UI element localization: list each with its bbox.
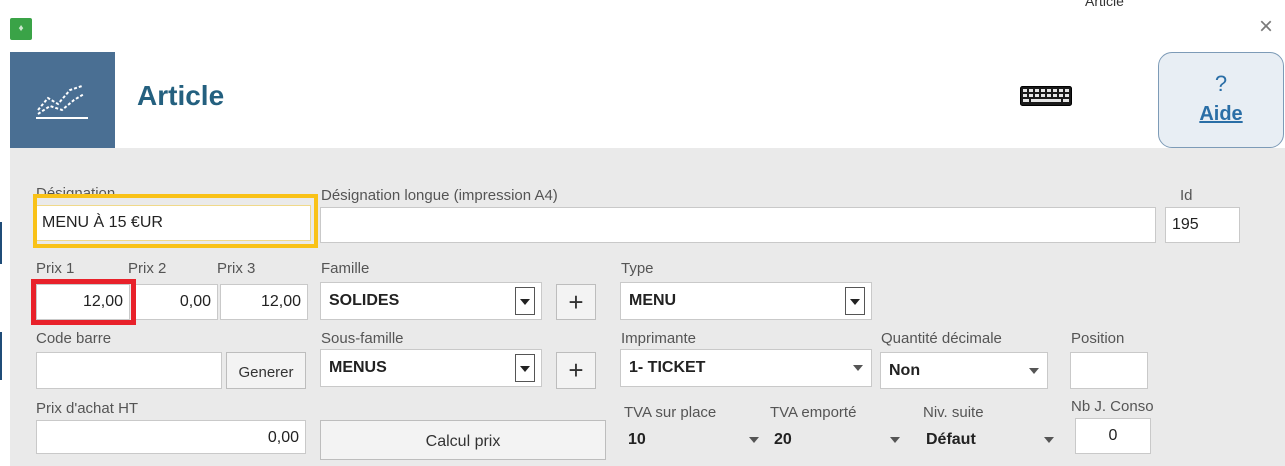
chevron-down-icon — [890, 437, 900, 443]
position-input[interactable] — [1070, 352, 1148, 389]
tva-emporte-select[interactable]: 20 — [766, 422, 906, 458]
add-famille-button[interactable]: + — [556, 284, 596, 320]
add-sous-famille-button[interactable]: + — [556, 352, 596, 389]
prix2-label: Prix 2 — [128, 260, 167, 277]
tva-emporte-label: TVA emporté — [770, 404, 857, 421]
sous-famille-value: MENUS — [329, 359, 387, 376]
famille-value: SOLIDES — [329, 292, 400, 309]
header-logo — [10, 52, 115, 148]
highlight-box-red — [31, 279, 136, 325]
designation-longue-input[interactable] — [320, 207, 1156, 243]
prix2-input[interactable]: 0,00 — [132, 284, 218, 320]
nb-conso-label: Nb J. Conso — [1071, 398, 1154, 415]
type-label: Type — [621, 260, 654, 277]
prix3-label: Prix 3 — [217, 260, 256, 277]
imprimante-value: 1- TICKET — [629, 359, 706, 376]
question-icon: ? — [1214, 71, 1228, 96]
famille-select[interactable]: SOLIDES — [320, 282, 542, 320]
clipped-title-text: Article — [1085, 0, 1124, 8]
chart-trend-icon — [36, 85, 88, 119]
id-field: 195 — [1165, 207, 1240, 243]
nb-conso-input[interactable]: 0 — [1075, 418, 1151, 454]
sous-famille-select[interactable]: MENUS — [320, 349, 542, 387]
imprimante-label: Imprimante — [621, 330, 697, 347]
prix3-input[interactable]: 12,00 — [220, 284, 308, 320]
sous-famille-label: Sous-famille — [321, 330, 404, 347]
type-select[interactable]: MENU — [620, 282, 872, 320]
tva-emporte-value: 20 — [774, 431, 792, 448]
position-label: Position — [1071, 330, 1125, 347]
highlight-box-yellow — [33, 194, 318, 248]
chevron-down-icon — [1044, 437, 1054, 443]
prix-achat-label: Prix d'achat HT — [36, 400, 139, 417]
calcul-prix-button[interactable]: Calcul prix — [320, 420, 606, 460]
chevron-down-icon — [515, 287, 535, 315]
quantite-decimale-value: Non — [889, 362, 921, 379]
tva-place-value: 10 — [628, 431, 646, 448]
code-barre-label: Code barre — [36, 330, 112, 347]
chevron-down-icon — [515, 354, 535, 382]
code-barre-input[interactable] — [36, 352, 222, 389]
tva-place-select[interactable]: 10 — [620, 422, 765, 458]
prix-achat-input[interactable]: 0,00 — [36, 420, 306, 454]
background-window-edge — [0, 222, 10, 264]
type-value: MENU — [629, 292, 677, 309]
niv-suite-select[interactable]: Défaut — [918, 422, 1058, 458]
quantite-decimale-label: Quantité décimale — [881, 330, 1002, 347]
generer-button[interactable]: Generer — [226, 352, 306, 389]
close-icon[interactable]: × — [1253, 14, 1279, 40]
niv-suite-label: Niv. suite — [923, 404, 984, 421]
app-logo-icon: ♦ — [10, 18, 32, 40]
tva-place-label: TVA sur place — [624, 404, 717, 421]
chevron-down-icon — [853, 365, 863, 371]
famille-label: Famille — [321, 260, 370, 277]
chevron-down-icon — [845, 287, 865, 315]
prix1-label: Prix 1 — [36, 260, 75, 277]
background-window-edge — [0, 332, 10, 380]
niv-suite-value: Défaut — [926, 431, 976, 448]
quantite-decimale-select[interactable]: Non — [880, 352, 1048, 389]
imprimante-select[interactable]: 1- TICKET — [620, 349, 872, 387]
page-title: Article — [137, 80, 225, 111]
designation-longue-label: Désignation longue (impression A4) — [321, 187, 558, 204]
help-button[interactable]: ? Aide — [1158, 52, 1284, 148]
keyboard-icon[interactable] — [1020, 86, 1072, 106]
help-label: Aide — [1199, 103, 1243, 125]
chevron-down-icon — [1029, 368, 1039, 374]
chevron-down-icon — [749, 437, 759, 443]
id-label: Id — [1180, 187, 1193, 204]
